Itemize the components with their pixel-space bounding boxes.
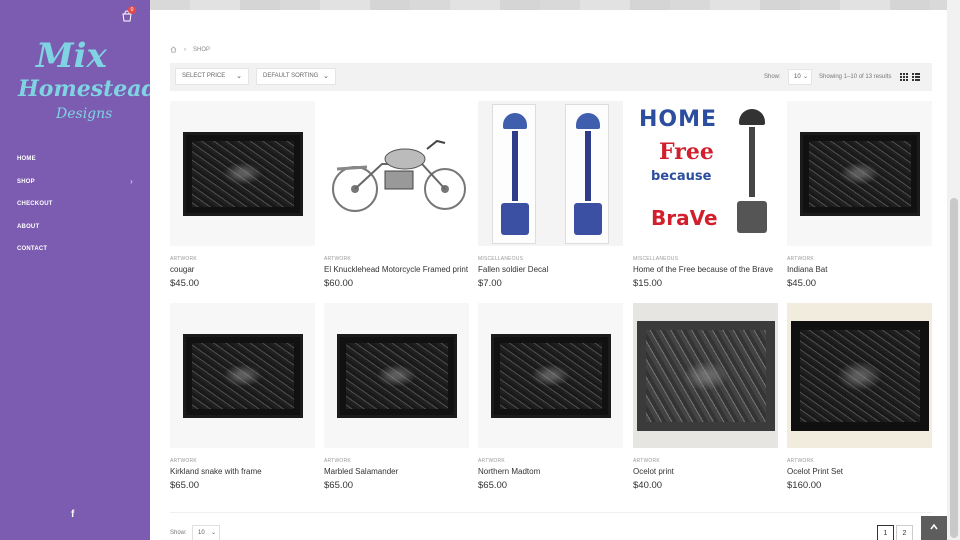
header-wood-strip — [150, 0, 947, 10]
nav-item-about[interactable]: ABOUT — [0, 216, 150, 239]
decal-text-brave: BraVe — [651, 206, 718, 230]
product-title[interactable]: Marbled Salamander — [324, 467, 469, 476]
product-card: ARTWORK El Knucklehead Motorcycle Framed… — [324, 101, 469, 289]
product-category[interactable]: MISCELLANEOUS — [633, 256, 778, 262]
product-title[interactable]: Indiana Bat — [787, 265, 932, 274]
shop-toolbar: SELECT PRICE ⌄ DEFAULT SORTING ⌄ Show: 1… — [170, 63, 932, 91]
product-card: ARTWORK Kirkland snake with frame $65.00 — [170, 303, 315, 491]
product-category[interactable]: ARTWORK — [787, 256, 932, 262]
product-price: $160.00 — [787, 480, 822, 491]
show-label: Show: — [764, 74, 781, 80]
pagination-page-1[interactable]: 1 — [877, 525, 894, 540]
product-price: $15.00 — [633, 278, 663, 289]
product-price: $65.00 — [170, 480, 200, 491]
grid-view-icon[interactable] — [900, 73, 908, 81]
logo-text-mix: Mix — [36, 36, 107, 76]
product-card: MISCELLANEOUS Fallen soldier Decal $7.00 — [478, 101, 623, 289]
pagination-page-2[interactable]: 2 — [896, 525, 913, 540]
product-title[interactable]: El Knucklehead Motorcycle Framed print — [324, 265, 469, 274]
decal-text-because: because — [651, 169, 712, 184]
price-filter-select[interactable]: SELECT PRICE ⌄ — [175, 68, 249, 85]
arrow-up-icon — [930, 523, 938, 530]
product-image[interactable] — [170, 101, 315, 246]
decal-text-free: Free — [659, 139, 714, 165]
site-logo[interactable]: Mix Homestead Designs — [14, 36, 157, 134]
nav-item-home[interactable]: HOME — [0, 148, 150, 171]
shop-content: › SHOP SELECT PRICE ⌄ DEFAULT SORTING ⌄ … — [150, 10, 947, 540]
list-view-icon[interactable] — [912, 73, 920, 81]
product-category[interactable]: ARTWORK — [478, 458, 623, 464]
product-card: ARTWORK Indiana Bat $45.00 — [787, 101, 932, 289]
product-image[interactable] — [324, 101, 469, 246]
chevron-down-icon: ⌄ — [236, 73, 242, 80]
product-category[interactable]: ARTWORK — [170, 256, 315, 262]
product-price: $65.00 — [324, 480, 354, 491]
product-image[interactable] — [787, 303, 932, 448]
decal-text-home: HOME — [639, 107, 718, 132]
product-title[interactable]: Ocelot print — [633, 467, 778, 476]
facebook-icon[interactable]: f — [71, 509, 74, 520]
logo-text-homestead: Homestead — [18, 76, 157, 102]
product-title[interactable]: Ocelot Print Set — [787, 467, 932, 476]
product-price: $45.00 — [787, 278, 817, 289]
breadcrumb-current: SHOP — [193, 46, 211, 53]
footer-show-label: Show: — [170, 530, 187, 536]
nav-item-shop[interactable]: SHOP › — [0, 171, 150, 194]
logo-text-designs: Designs — [56, 106, 113, 122]
product-image[interactable] — [478, 101, 623, 246]
product-category[interactable]: ARTWORK — [170, 458, 315, 464]
product-card: ARTWORK Ocelot print $40.00 — [633, 303, 778, 491]
product-card: ARTWORK Ocelot Print Set $160.00 — [787, 303, 932, 491]
product-image[interactable] — [787, 101, 932, 246]
product-title[interactable]: cougar — [170, 265, 315, 274]
breadcrumb: › SHOP — [170, 46, 210, 53]
footer-divider — [170, 512, 932, 513]
product-card: ARTWORK cougar $45.00 — [170, 101, 315, 289]
product-title[interactable]: Fallen soldier Decal — [478, 265, 623, 274]
footer-per-page-select[interactable]: 10 ⌄ — [192, 525, 220, 540]
breadcrumb-separator: › — [184, 46, 186, 53]
product-image[interactable] — [324, 303, 469, 448]
product-card: HOME Free because BraVe MISCELLANEOUS Ho… — [633, 101, 778, 289]
chevron-down-icon: ⌄ — [323, 73, 329, 80]
product-image[interactable] — [478, 303, 623, 448]
main-nav: HOME SHOP › CHECKOUT ABOUT CONTACT — [0, 148, 150, 261]
product-category[interactable]: MISCELLANEOUS — [478, 256, 623, 262]
chevron-down-icon: ⌄ — [210, 530, 216, 536]
product-image[interactable] — [170, 303, 315, 448]
nav-item-checkout[interactable]: CHECKOUT — [0, 193, 150, 216]
sorting-select[interactable]: DEFAULT SORTING ⌄ — [256, 68, 336, 85]
product-title[interactable]: Home of the Free because of the Brave — [633, 265, 778, 274]
home-icon[interactable] — [170, 46, 177, 53]
product-category[interactable]: ARTWORK — [633, 458, 778, 464]
product-title[interactable]: Northern Madtom — [478, 467, 623, 476]
product-price: $7.00 — [478, 278, 502, 289]
product-price: $40.00 — [633, 480, 663, 491]
page-scrollbar-thumb[interactable] — [950, 198, 958, 538]
product-category[interactable]: ARTWORK — [787, 458, 932, 464]
cart-button[interactable]: 0 — [121, 6, 136, 22]
scroll-to-top-button[interactable] — [921, 516, 947, 540]
product-category[interactable]: ARTWORK — [324, 256, 469, 262]
product-title[interactable]: Kirkland snake with frame — [170, 467, 315, 476]
sidebar: 0 Mix Homestead Designs HOME SHOP › CHECK… — [0, 0, 157, 540]
product-image[interactable] — [633, 303, 778, 448]
nav-item-contact[interactable]: CONTACT — [0, 238, 150, 261]
product-image[interactable]: HOME Free because BraVe — [633, 101, 778, 246]
per-page-select[interactable]: 10 ⌄ — [788, 69, 812, 85]
result-count: Showing 1–10 of 13 results — [819, 74, 892, 80]
product-card: ARTWORK Northern Madtom $65.00 — [478, 303, 623, 491]
product-card: ARTWORK Marbled Salamander $65.00 — [324, 303, 469, 491]
chevron-right-icon[interactable]: › — [130, 171, 133, 194]
product-price: $65.00 — [478, 480, 508, 491]
product-category[interactable]: ARTWORK — [324, 458, 469, 464]
cart-count-badge: 0 — [128, 6, 136, 14]
chevron-down-icon: ⌄ — [802, 74, 808, 80]
product-price: $60.00 — [324, 278, 354, 289]
product-price: $45.00 — [170, 278, 200, 289]
